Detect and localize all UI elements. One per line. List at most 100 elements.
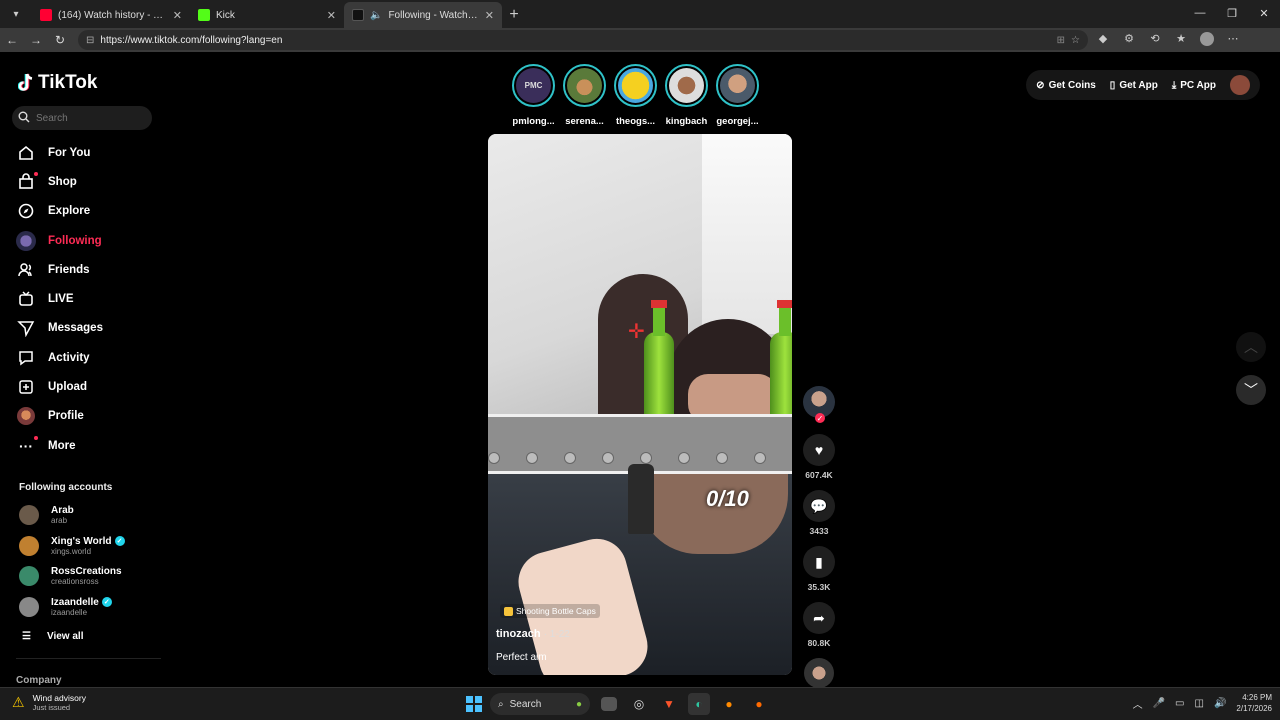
story-avatar <box>618 68 653 103</box>
story-item[interactable]: serena... <box>563 64 606 127</box>
favorites-icon[interactable]: ★ <box>1174 32 1188 49</box>
tiktok-logo[interactable]: TikTok <box>17 72 98 94</box>
windows-taskbar: ⚠ Wind advisory Just issued ⌕ Search ● ◎… <box>0 687 1280 720</box>
tab-title: Kick <box>216 9 235 21</box>
start-windows-icon[interactable] <box>466 696 482 712</box>
following-account[interactable]: Izaandelle ✓ izaandelle <box>19 592 159 623</box>
sidebar-item-more[interactable]: ··· More <box>16 431 156 460</box>
creator-avatar[interactable]: ✓ <box>803 386 835 423</box>
sidebar-item-upload[interactable]: Upload <box>16 372 156 401</box>
story-item[interactable]: PMC pmlong... <box>512 64 555 127</box>
pc-app-button[interactable]: ⤓ PC App <box>1172 80 1216 91</box>
sidebar-item-label: Friends <box>48 263 90 276</box>
new-tab-icon[interactable]: + <box>502 6 526 24</box>
following-account[interactable]: Xing's World ✓ xings.world <box>19 531 159 562</box>
microphone-icon[interactable]: 🎤 <box>1153 698 1165 709</box>
chrome-app-icon[interactable]: ◎ <box>628 693 650 715</box>
previous-video-button[interactable]: ︿ <box>1236 332 1266 362</box>
sidebar-item-messages[interactable]: Messages <box>16 314 156 343</box>
sync-icon[interactable]: ⟲ <box>1148 32 1162 49</box>
firefox-alt-app-icon[interactable]: ● <box>748 693 770 715</box>
site-info-icon[interactable]: ⊟ <box>86 35 94 46</box>
story-avatar <box>720 68 755 103</box>
clock[interactable]: 4:26 PM 2/17/2026 <box>1236 692 1272 714</box>
get-coins-button[interactable]: ⊘ Get Coins <box>1036 80 1096 91</box>
top-actions-bar: ⊘ Get Coins ▯ Get App ⤓ PC App <box>1026 70 1260 100</box>
extensions-icon[interactable]: ⚙ <box>1122 32 1136 49</box>
avatar <box>19 596 39 617</box>
tab-close-icon[interactable]: ✕ <box>173 9 182 22</box>
music-disc-avatar[interactable] <box>804 658 834 688</box>
share-button[interactable]: ➦ <box>803 602 835 634</box>
taskbar-search[interactable]: ⌕ Search ● <box>490 693 590 715</box>
activity-icon <box>16 348 36 368</box>
reload-icon[interactable]: ↻ <box>48 33 72 47</box>
brave-app-icon[interactable]: ▼ <box>658 693 680 715</box>
sidebar-item-explore[interactable]: Explore <box>16 197 156 226</box>
sidebar-item-activity[interactable]: Activity <box>16 343 156 372</box>
close-window-icon[interactable]: ✕ <box>1248 0 1280 26</box>
company-link[interactable]: Company <box>16 675 62 686</box>
save-button[interactable]: ▮ <box>803 546 835 578</box>
minimize-icon[interactable]: — <box>1184 0 1216 26</box>
sidebar-item-shop[interactable]: Shop <box>16 167 156 196</box>
weather-widget[interactable]: ⚠ Wind advisory Just issued <box>12 693 86 712</box>
copilot-icon[interactable]: ◆ <box>1096 32 1110 49</box>
sidebar-item-profile[interactable]: Profile <box>16 402 156 431</box>
effect-icon <box>504 606 513 616</box>
author-name: tinozach <box>496 628 541 640</box>
get-app-button[interactable]: ▯ Get App <box>1110 80 1158 91</box>
back-icon[interactable]: ← <box>0 33 24 47</box>
like-button[interactable]: ♥ <box>803 434 835 466</box>
network-icon[interactable]: ◫ <box>1195 698 1204 709</box>
settings-more-icon[interactable]: ⋯ <box>1226 32 1240 49</box>
browser-tab-youtube[interactable]: (164) Watch history - YouTube ✕ <box>32 2 190 28</box>
tab-search-chevron-icon[interactable]: ▾ <box>4 2 28 26</box>
follow-check-icon[interactable]: ✓ <box>815 413 825 423</box>
account-name: Izaandelle <box>51 596 99 608</box>
sidebar-item-following[interactable]: Following <box>16 226 156 255</box>
edge-app-icon[interactable]: ◐ <box>688 693 710 715</box>
following-account[interactable]: RossCreations creationsross <box>19 561 159 592</box>
date: 2/17/2026 <box>1236 704 1272 713</box>
next-video-button[interactable]: ﹀ <box>1236 375 1266 405</box>
chevron-up-icon[interactable]: ︿ <box>1133 696 1143 711</box>
following-account[interactable]: Arab arab <box>19 500 159 531</box>
video-player[interactable]: ✛ 0/10 Shooting Bottle Caps tinozach · 1… <box>488 134 792 675</box>
stories-row: PMC pmlong... serena... theogs... kingba… <box>512 64 759 127</box>
forward-icon[interactable]: → <box>24 33 48 47</box>
browser-tab-kick[interactable]: Kick ✕ <box>190 2 344 28</box>
profile-icon[interactable] <box>1200 31 1214 49</box>
file-explorer-icon[interactable] <box>601 697 617 711</box>
effect-tag[interactable]: Shooting Bottle Caps <box>500 604 600 618</box>
avatar <box>19 505 39 526</box>
favorite-star-icon[interactable]: ☆ <box>1071 35 1080 46</box>
sidebar-item-live[interactable]: LIVE <box>16 284 156 313</box>
tab-close-icon[interactable]: ✕ <box>327 9 336 22</box>
sidebar-item-friends[interactable]: Friends <box>16 255 156 284</box>
warning-icon: ⚠ <box>12 694 25 710</box>
brand-name: TikTok <box>38 72 98 93</box>
sidebar-item-for-you[interactable]: For You <box>16 138 156 167</box>
search-box[interactable] <box>12 106 152 130</box>
verified-badge-icon: ✓ <box>101 597 112 608</box>
volume-icon[interactable]: 🔊 <box>1214 698 1226 709</box>
story-item[interactable]: theogs... <box>614 64 657 127</box>
video-author[interactable]: tinozach · 1-22 <box>496 628 570 640</box>
restore-icon[interactable]: ❐ <box>1216 0 1248 26</box>
firefox-app-icon[interactable]: ● <box>718 693 740 715</box>
view-all-link[interactable]: ☰ View all <box>22 631 83 642</box>
story-item[interactable]: georgej... <box>716 64 759 127</box>
browser-tab-tiktok[interactable]: 🔈 Following - Watch videos from ✕ <box>344 2 502 28</box>
story-avatar: PMC <box>516 68 551 103</box>
profile-avatar[interactable] <box>1230 75 1250 95</box>
comment-button[interactable]: 💬 <box>803 490 835 522</box>
url-field[interactable]: ⊟ https://www.tiktok.com/following?lang=… <box>78 30 1088 50</box>
tab-close-icon[interactable]: ✕ <box>485 9 494 22</box>
speaker-icon[interactable]: 🔈 <box>370 10 382 21</box>
display-icon[interactable]: ▭ <box>1175 698 1184 709</box>
story-item[interactable]: kingbach <box>665 64 708 127</box>
search-input[interactable] <box>36 112 146 124</box>
upload-icon <box>16 377 36 397</box>
app-available-icon[interactable]: ⊞ <box>1057 35 1065 46</box>
